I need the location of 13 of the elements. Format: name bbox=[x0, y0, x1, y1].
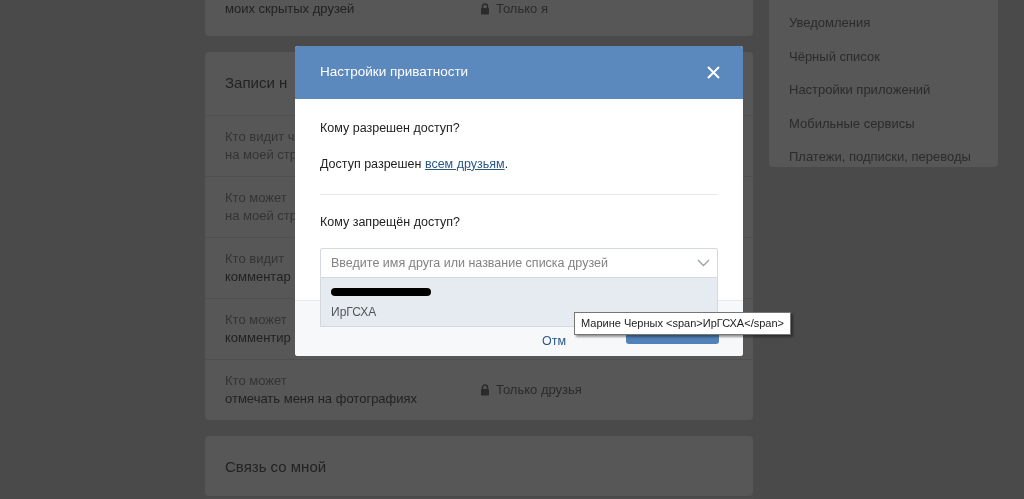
friend-search-field[interactable]: Введите имя друга или название списка друзей bbox=[320, 248, 718, 279]
friend-subtitle: ИрГСХА bbox=[331, 305, 377, 320]
cancel-link[interactable]: Отм bbox=[541, 334, 566, 348]
close-icon[interactable] bbox=[707, 66, 720, 79]
modal-title: Настройки приватности bbox=[320, 63, 469, 82]
lock-icon bbox=[480, 383, 490, 396]
section-heading: Кому разрешен доступ? bbox=[320, 120, 461, 137]
friends-link[interactable]: всем друзьям bbox=[424, 156, 505, 171]
chevron-icon bbox=[697, 259, 710, 268]
lock-icon bbox=[480, 3, 490, 15]
tooltip: Марине Черных <span>ИрГСХА</span> bbox=[574, 312, 791, 335]
access-sentence: Доступ разрешен всем друзьям. bbox=[320, 155, 510, 173]
section-heading: Кому запрещён доступ? bbox=[320, 213, 461, 231]
